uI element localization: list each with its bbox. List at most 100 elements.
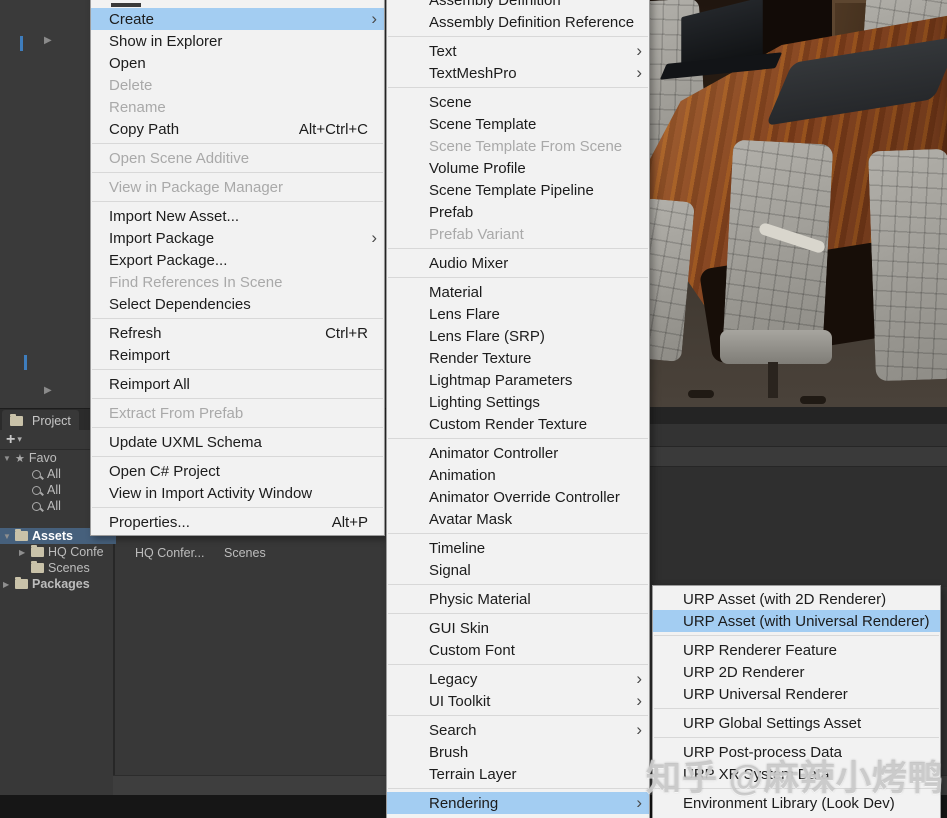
menu-item-signal[interactable]: Signal	[387, 559, 649, 581]
selection-marker	[20, 36, 23, 51]
menu-item-label: Scene Template From Scene	[429, 138, 649, 155]
sidebar-item-packages[interactable]: ▶Packages	[0, 576, 116, 592]
menu-separator	[92, 507, 383, 508]
menu-item-open-c-project[interactable]: Open C# Project	[91, 460, 384, 482]
menu-item-gui-skin[interactable]: GUI Skin	[387, 617, 649, 639]
menu-item-prefab[interactable]: Prefab	[387, 201, 649, 223]
menu-item-custom-render-texture[interactable]: Custom Render Texture	[387, 413, 649, 435]
chevron-down-icon[interactable]: ▾	[17, 434, 22, 445]
menu-item-label: Find References In Scene	[109, 274, 384, 291]
menu-item-animator-override-controller[interactable]: Animator Override Controller	[387, 486, 649, 508]
menu-item-properties[interactable]: Properties...Alt+P	[91, 511, 384, 533]
menu-item-volume-profile[interactable]: Volume Profile	[387, 157, 649, 179]
folder-icon	[31, 547, 44, 557]
menu-item-terrain-layer[interactable]: Terrain Layer	[387, 763, 649, 785]
menu-item-ui-toolkit[interactable]: UI Toolkit›	[387, 690, 649, 712]
menu-item-label: Scene Template	[429, 116, 649, 133]
menu-item-render-texture[interactable]: Render Texture	[387, 347, 649, 369]
menu-separator	[654, 708, 939, 709]
menu-item-label: Create	[109, 11, 384, 28]
menu-item-scene-template[interactable]: Scene Template	[387, 113, 649, 135]
menu-item-lighting-settings[interactable]: Lighting Settings	[387, 391, 649, 413]
menu-item-urp-asset-with-universal-renderer[interactable]: URP Asset (with Universal Renderer)	[653, 610, 940, 632]
menu-item-reimport-all[interactable]: Reimport All	[91, 373, 384, 395]
menu-item-scene-template-pipeline[interactable]: Scene Template Pipeline	[387, 179, 649, 201]
folder-icon	[31, 563, 44, 573]
menu-item-rendering[interactable]: Rendering›	[387, 792, 649, 814]
clipped-menu-text	[111, 3, 141, 7]
chair-seat	[720, 330, 832, 364]
menu-separator	[388, 664, 648, 665]
folder-item-scenes[interactable]: Scenes	[224, 546, 266, 560]
sidebar-item-label: All	[47, 467, 61, 481]
menu-item-label: Assembly Definition	[429, 0, 649, 9]
menu-item-avatar-mask[interactable]: Avatar Mask	[387, 508, 649, 530]
submenu-arrow-icon: ›	[636, 691, 642, 711]
foldout-arrow-icon[interactable]: ▶	[44, 36, 52, 46]
menu-item-scene[interactable]: Scene	[387, 91, 649, 113]
menu-item-assembly-definition[interactable]: Assembly Definition	[387, 0, 649, 11]
menu-item-export-package[interactable]: Export Package...	[91, 249, 384, 271]
menu-separator	[92, 427, 383, 428]
menu-item-custom-font[interactable]: Custom Font	[387, 639, 649, 661]
menu-item-refresh[interactable]: RefreshCtrl+R	[91, 322, 384, 344]
menu-item-search[interactable]: Search›	[387, 719, 649, 741]
menu-item-show-in-explorer[interactable]: Show in Explorer	[91, 30, 384, 52]
menu-item-lens-flare-srp[interactable]: Lens Flare (SRP)	[387, 325, 649, 347]
menu-item-lens-flare[interactable]: Lens Flare	[387, 303, 649, 325]
menu-item-urp-2d-renderer[interactable]: URP 2D Renderer	[653, 661, 940, 683]
sidebar-item-hq-confe[interactable]: ▶HQ Confe	[0, 544, 132, 560]
menu-item-label: Open	[109, 55, 384, 72]
folder-item-hq-conference[interactable]: HQ Confer...	[135, 546, 204, 560]
scene-view[interactable]	[650, 0, 947, 407]
menu-item-label: URP Global Settings Asset	[683, 715, 940, 732]
menu-item-urp-universal-renderer[interactable]: URP Universal Renderer	[653, 683, 940, 705]
menu-item-create[interactable]: Create›	[91, 8, 384, 30]
menu-item-label: Material	[429, 284, 649, 301]
tab-project[interactable]: Project	[2, 410, 79, 431]
menu-item-urp-global-settings-asset[interactable]: URP Global Settings Asset	[653, 712, 940, 734]
menu-item-label: Rename	[109, 99, 384, 116]
menu-item-import-package[interactable]: Import Package›	[91, 227, 384, 249]
menu-item-animation[interactable]: Animation	[387, 464, 649, 486]
sidebar-item-scenes[interactable]: Scenes	[0, 560, 132, 576]
chair-caster	[800, 396, 826, 404]
foldout-arrow-icon[interactable]: ▶	[44, 386, 52, 396]
menu-item-select-dependencies[interactable]: Select Dependencies	[91, 293, 384, 315]
search-icon	[32, 502, 41, 511]
foldout-arrow-icon[interactable]: ▶	[19, 548, 31, 557]
menu-item-brush[interactable]: Brush	[387, 741, 649, 763]
foldout-arrow-icon[interactable]: ▶	[3, 580, 15, 589]
foldout-arrow-icon[interactable]: ▼	[3, 454, 15, 463]
menu-item-urp-asset-with-2d-renderer[interactable]: URP Asset (with 2D Renderer)	[653, 588, 940, 610]
menu-item-open[interactable]: Open	[91, 52, 384, 74]
menu-item-label: Import Package	[109, 230, 384, 247]
add-asset-button[interactable]: +	[6, 432, 15, 448]
menu-item-label: Show in Explorer	[109, 33, 384, 50]
submenu-arrow-icon: ›	[636, 669, 642, 689]
menu-item-view-in-import-activity-window[interactable]: View in Import Activity Window	[91, 482, 384, 504]
menu-item-timeline[interactable]: Timeline	[387, 537, 649, 559]
menu-separator	[92, 172, 383, 173]
menu-item-lightmap-parameters[interactable]: Lightmap Parameters	[387, 369, 649, 391]
menu-item-label: URP Renderer Feature	[683, 642, 940, 659]
submenu-arrow-icon: ›	[371, 228, 377, 248]
menu-item-physic-material[interactable]: Physic Material	[387, 588, 649, 610]
menu-item-reimport[interactable]: Reimport	[91, 344, 384, 366]
menu-item-material[interactable]: Material	[387, 281, 649, 303]
menu-item-update-uxml-schema[interactable]: Update UXML Schema	[91, 431, 384, 453]
menu-shortcut: Alt+P	[332, 514, 368, 531]
foldout-arrow-icon[interactable]: ▼	[3, 532, 15, 541]
menu-item-legacy[interactable]: Legacy›	[387, 668, 649, 690]
menu-item-audio-mixer[interactable]: Audio Mixer	[387, 252, 649, 274]
menu-item-textmeshpro[interactable]: TextMeshPro›	[387, 62, 649, 84]
menu-item-copy-path[interactable]: Copy PathAlt+Ctrl+C	[91, 118, 384, 140]
submenu-arrow-icon: ›	[636, 41, 642, 61]
menu-item-label: Avatar Mask	[429, 511, 649, 528]
menu-item-label: Lens Flare (SRP)	[429, 328, 649, 345]
menu-item-assembly-definition-reference[interactable]: Assembly Definition Reference	[387, 11, 649, 33]
menu-item-animator-controller[interactable]: Animator Controller	[387, 442, 649, 464]
menu-item-text[interactable]: Text›	[387, 40, 649, 62]
menu-item-import-new-asset[interactable]: Import New Asset...	[91, 205, 384, 227]
menu-item-urp-renderer-feature[interactable]: URP Renderer Feature	[653, 639, 940, 661]
